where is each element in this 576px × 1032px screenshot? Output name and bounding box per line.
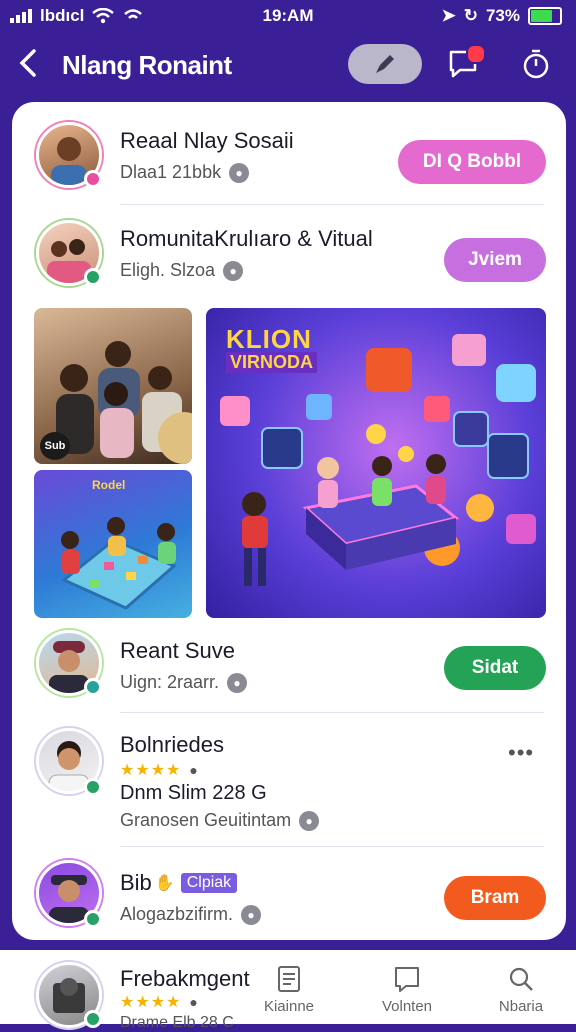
contacts-card: Reaal Nlay Sosaii Dlaa1 2​1bbk ● DI Q Bo… (12, 102, 566, 940)
list-item[interactable]: Reant Suve Uign: 2raarr. ● Sidat (12, 630, 566, 708)
back-button[interactable] (18, 48, 38, 83)
list-item[interactable]: Bolnriedes ★★★★ ● Dnm Slim 228 G Granose… (12, 726, 566, 836)
notification-badge (466, 44, 486, 64)
status-dot (84, 1010, 102, 1028)
contact-action-button[interactable]: Jviem (444, 238, 546, 282)
star-rating-icon: ★★★★ (120, 762, 182, 779)
contact-name: Frebakmgent (120, 966, 250, 991)
contact-subtitle: Alogazbzifirm. ● (120, 904, 262, 925)
nav-label: Kiainne (263, 998, 315, 1015)
contact-action-button[interactable]: Sidat (444, 646, 546, 690)
lock-icon: ● (227, 672, 248, 693)
location-icon: ➤ (441, 6, 456, 25)
trophy-icon: ● (189, 762, 198, 778)
divider (120, 846, 544, 847)
rotation-lock-icon: ↻ (463, 6, 478, 25)
battery-percent: 73% (485, 6, 520, 25)
status-bar: lbdıcl 19:AM ➤ ↻ 73% (0, 0, 576, 34)
contact-detail: Dnm Slim 228 G (120, 782, 267, 804)
contact-name: Reaal Nlay Sosaii (120, 128, 294, 153)
status-dot (84, 678, 102, 696)
contact-action-button[interactable]: Bram (444, 876, 546, 920)
message-icon (395, 967, 419, 992)
contact-subtitle: Uign: 2raarr. ● (120, 672, 248, 693)
nav-label: Volnten (381, 998, 433, 1015)
contact-subtitle-text: Granosen Geuitintam (120, 810, 292, 830)
status-dot (84, 268, 102, 286)
nav-item-kiainne[interactable]: Kiainne (244, 964, 334, 1015)
status-dot (84, 910, 102, 928)
list-item[interactable]: Reaal Nlay Sosaii Dlaa1 2​1bbk ● DI Q Bo… (12, 120, 566, 198)
pencil-icon (376, 55, 394, 73)
contact-subtitle: Granosen Geuitintam ● (120, 810, 320, 831)
nav-item-nbaria[interactable]: Nbaria (476, 964, 566, 1015)
contact-tag: Clpiak (180, 873, 238, 893)
app-header: Nlang Ronaint (0, 40, 576, 92)
media-tile-game[interactable]: KLION VIRNODA (206, 308, 546, 618)
nav-item-volnten[interactable]: Volnten (362, 964, 452, 1015)
contact-subtitle: Dlaa1 2​1bbk ● (120, 162, 250, 183)
contact-subtitle-text: Eligh. Slzoa (120, 260, 216, 280)
contact-name: Reant Suve (120, 638, 235, 663)
contact-action-button[interactable]: DI Q Bobbl (398, 140, 546, 184)
contact-name: RomunitaKrulıaro & Vitual (120, 226, 373, 251)
rating: ★★★★ ● (120, 992, 198, 1012)
lock-icon: ● (241, 904, 262, 925)
star-rating-icon: ★★★★ (120, 994, 182, 1011)
lock-icon: ● (299, 810, 320, 831)
chevron-left-icon (19, 49, 36, 77)
list-item[interactable]: RomunitaKrulıaro & Vitual Eligh. Slzoa ●… (12, 218, 566, 296)
list-item[interactable]: Bib ✋ Clpiak Alogazbzifirm. ● Bram (12, 860, 566, 938)
contact-name-row: Bib ✋ Clpiak (120, 870, 238, 896)
contact-subtitle: Drame Elb 28 C (120, 1014, 234, 1031)
contact-name: Bib (120, 870, 152, 895)
status-dot (84, 778, 102, 796)
contact-subtitle: Eligh. Slzoa ● (120, 260, 244, 281)
rating: ★★★★ ● (120, 760, 198, 780)
list-item-partial[interactable]: Frebakmgent ★★★★ ● Drame Elb 28 C (0, 950, 260, 1031)
divider (120, 204, 544, 205)
trophy-icon: ● (189, 994, 198, 1010)
document-icon (278, 966, 300, 992)
media-tile-title: KLION (226, 324, 312, 354)
search-icon (509, 967, 533, 991)
media-tile-title: Rodel (92, 478, 126, 492)
timer-icon (523, 49, 549, 79)
divider (120, 712, 544, 713)
media-tile-subtitle: VIRNODA (226, 352, 318, 373)
bottom-bar: Frebakmgent ★★★★ ● Drame Elb 28 C Kiainn… (0, 950, 576, 1031)
contact-name: Bolnriedes (120, 732, 224, 757)
media-tile-boardgame[interactable]: Rodel (34, 470, 192, 618)
messages-button[interactable] (446, 44, 486, 82)
nav-label: Nbaria (498, 998, 544, 1015)
media-tile-family[interactable]: Sub (34, 308, 192, 464)
media-caption: Sub (40, 432, 70, 460)
lock-icon: ● (223, 260, 244, 281)
contact-subtitle-text: Uign: 2raarr. (120, 672, 220, 692)
battery-icon (528, 7, 562, 25)
timer-button[interactable] (520, 48, 552, 80)
wave-icon: ✋ (154, 875, 175, 892)
status-dot (84, 170, 102, 188)
page-title: Nlang Ronaint (62, 50, 232, 80)
media-gallery: Sub Rodel KLION VIRNODA (34, 308, 546, 618)
more-options-icon[interactable]: ••• (508, 740, 534, 766)
contact-subtitle-text: Alogazbzifirm. (120, 904, 234, 924)
contact-subtitle-text: Dlaa1 2​1bbk (120, 162, 222, 182)
lock-icon: ● (229, 162, 250, 183)
edit-button[interactable] (348, 44, 422, 84)
